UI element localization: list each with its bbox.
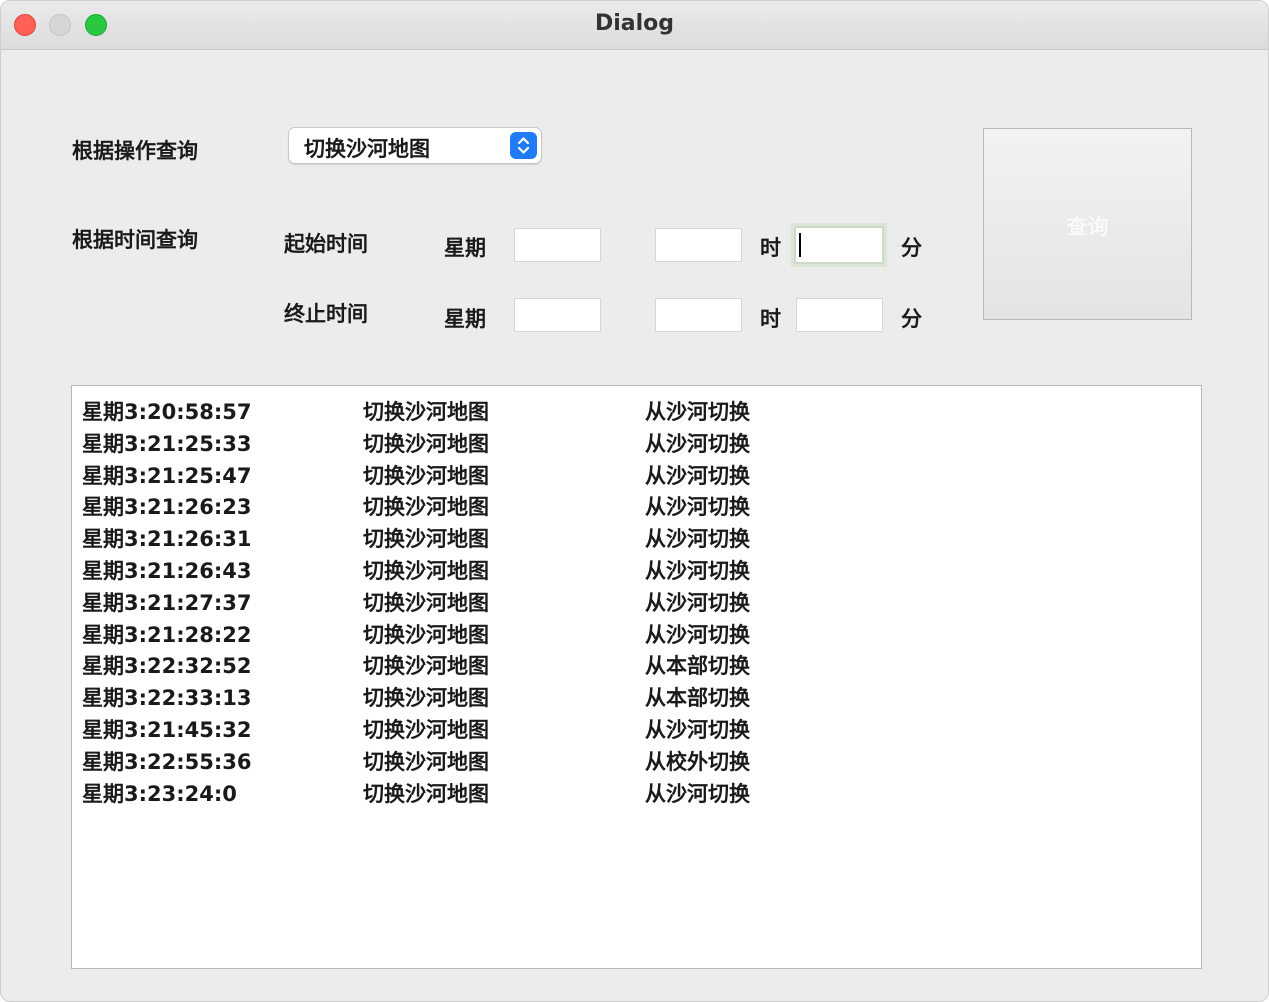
start-weekday-input[interactable]: [514, 228, 601, 262]
list-item[interactable]: 星期3:21:27:37 切换沙河地图 从沙河切换: [72, 587, 1201, 619]
list-item[interactable]: 星期3:21:25:33 切换沙河地图 从沙河切换: [72, 428, 1201, 460]
query-button-label: 查询: [1066, 215, 1109, 239]
result-detail: 从本部切换: [645, 686, 750, 711]
end-weekday-label: 星期: [444, 307, 486, 331]
result-time: 星期3:21:25:33: [82, 431, 252, 456]
result-operation: 切换沙河地图: [363, 527, 489, 552]
result-time: 星期3:20:58:57: [82, 400, 252, 424]
end-minute-unit: 分: [901, 307, 922, 331]
list-item[interactable]: 星期3:20:58:57 切换沙河地图 从沙河切换: [72, 396, 1201, 428]
list-item[interactable]: 星期3:21:28:22 切换沙河地图 从沙河切换: [72, 619, 1201, 651]
result-time: 星期3:21:26:23: [82, 495, 252, 520]
result-detail: 从沙河切换: [645, 781, 750, 806]
result-operation: 切换沙河地图: [363, 718, 489, 742]
list-item[interactable]: 星期3:21:45:32 切换沙河地图 从沙河切换: [72, 714, 1201, 746]
result-time: 星期3:23:24:0: [82, 781, 237, 806]
result-detail: 从沙河切换: [645, 527, 750, 552]
results-list[interactable]: 星期3:20:58:57 切换沙河地图 从沙河切换 星期3:21:25:33 切换沙河地…: [71, 385, 1202, 969]
result-operation: 切换沙河地图: [363, 590, 489, 615]
time-query-label: 根据时间查询: [72, 228, 198, 252]
result-detail: 从沙河切换: [645, 622, 750, 647]
end-hour-unit: 时: [760, 307, 781, 331]
result-operation: 切换沙河地图: [363, 495, 489, 520]
list-item[interactable]: 星期3:23:24:0 切换沙河地图 从沙河切换: [72, 778, 1201, 810]
result-detail: 从沙河切换: [645, 463, 750, 488]
result-time: 星期3:22:55:36: [82, 749, 252, 774]
operation-select-value: 切换沙河地图: [304, 137, 430, 161]
result-time: 星期3:21:45:32: [82, 718, 252, 742]
result-detail: 从校外切换: [645, 749, 750, 774]
list-item[interactable]: 星期3:22:33:13 切换沙河地图 从本部切换: [72, 682, 1201, 714]
operation-query-label: 根据操作查询: [72, 139, 198, 163]
end-time-label: 终止时间: [284, 302, 368, 326]
list-item[interactable]: 星期3:22:55:36 切换沙河地图 从校外切换: [72, 746, 1201, 778]
end-hour-input[interactable]: [655, 298, 742, 332]
result-operation: 切换沙河地图: [363, 781, 489, 806]
list-item[interactable]: 星期3:21:26:31 切换沙河地图 从沙河切换: [72, 523, 1201, 555]
result-operation: 切换沙河地图: [363, 463, 489, 488]
result-operation: 切换沙河地图: [363, 559, 489, 583]
result-operation: 切换沙河地图: [363, 400, 489, 424]
result-detail: 从沙河切换: [645, 431, 750, 456]
title-bar[interactable]: Dialog: [1, 1, 1268, 50]
result-operation: 切换沙河地图: [363, 622, 489, 647]
result-time: 星期3:21:26:43: [82, 559, 252, 583]
result-operation: 切换沙河地图: [363, 686, 489, 711]
dialog-window: Dialog 根据操作查询 切换沙河地图 根据时间查询 起始时间 星期 时 分 …: [0, 0, 1269, 1002]
start-hour-unit: 时: [760, 236, 781, 260]
start-minute-unit: 分: [901, 236, 922, 260]
result-time: 星期3:21:28:22: [82, 622, 252, 647]
start-time-label: 起始时间: [284, 232, 368, 256]
list-item[interactable]: 星期3:21:26:23 切换沙河地图 从沙河切换: [72, 491, 1201, 523]
updown-chevron-icon: [510, 132, 537, 159]
result-operation: 切换沙河地图: [363, 749, 489, 774]
result-operation: 切换沙河地图: [363, 654, 489, 679]
end-minute-input[interactable]: [796, 298, 883, 332]
result-time: 星期3:21:25:47: [82, 463, 252, 488]
start-minute-input[interactable]: [794, 226, 884, 264]
list-item[interactable]: 星期3:21:25:47 切换沙河地图 从沙河切换: [72, 460, 1201, 492]
text-caret: [799, 233, 801, 257]
result-detail: 从沙河切换: [645, 400, 750, 424]
end-weekday-input[interactable]: [514, 298, 601, 332]
result-operation: 切换沙河地图: [363, 431, 489, 456]
result-detail: 从沙河切换: [645, 718, 750, 742]
start-weekday-label: 星期: [444, 236, 486, 260]
result-detail: 从沙河切换: [645, 495, 750, 520]
result-detail: 从本部切换: [645, 654, 750, 679]
list-item[interactable]: 星期3:22:32:52 切换沙河地图 从本部切换: [72, 650, 1201, 682]
result-time: 星期3:21:27:37: [82, 590, 252, 615]
start-hour-input[interactable]: [655, 228, 742, 262]
list-item[interactable]: 星期3:21:26:43 切换沙河地图 从沙河切换: [72, 555, 1201, 587]
window-title: Dialog: [594, 11, 675, 36]
result-time: 星期3:22:32:52: [82, 654, 252, 679]
result-detail: 从沙河切换: [645, 590, 750, 615]
result-time: 星期3:22:33:13: [82, 686, 252, 711]
result-detail: 从沙河切换: [645, 559, 750, 583]
result-time: 星期3:21:26:31: [82, 527, 252, 552]
query-button[interactable]: 查询: [983, 128, 1192, 320]
operation-select[interactable]: 切换沙河地图: [288, 127, 542, 164]
